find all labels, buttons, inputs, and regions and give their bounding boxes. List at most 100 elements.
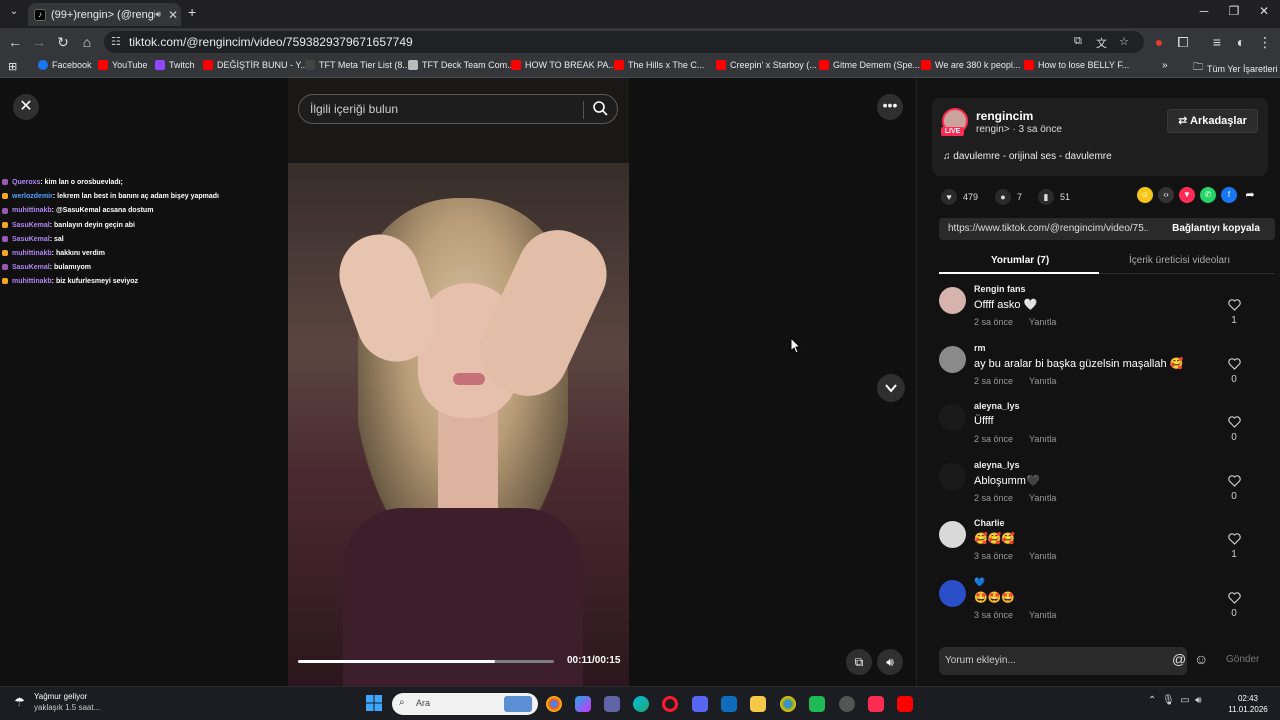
comment-author[interactable]: aleyna_lys (974, 460, 1020, 470)
comment-like-heart-icon[interactable] (1222, 415, 1246, 433)
comment-avatar[interactable] (939, 579, 966, 607)
comment-avatar[interactable] (939, 404, 966, 432)
comment-like-heart-icon[interactable] (1222, 474, 1246, 492)
bookmark-3[interactable]: DEĞİŞTİR BUNU - Y... (203, 60, 308, 70)
share-friends-icon[interactable]: ▼ (1179, 187, 1195, 203)
youtube-icon[interactable] (897, 696, 913, 712)
comment-author[interactable]: rm (974, 343, 986, 353)
star-icon[interactable]: ☆ (1119, 35, 1129, 48)
media-icon[interactable]: ≡ (1208, 33, 1226, 51)
restore-button[interactable]: ❐ (1224, 4, 1244, 22)
steam-icon[interactable] (839, 696, 855, 712)
comment-avatar[interactable] (939, 521, 966, 549)
clock[interactable]: 02:43 11.01.2026 (1224, 693, 1272, 715)
forward-icon[interactable]: → (30, 33, 48, 51)
more-options-icon[interactable]: ••• (877, 94, 903, 120)
translate-icon[interactable]: 文 (1096, 35, 1107, 51)
emoji-icon[interactable]: ☺ (1194, 651, 1208, 667)
comment-like-heart-icon[interactable] (1222, 532, 1246, 550)
save-button[interactable]: ▮ 51 (1038, 189, 1070, 205)
facebook-share-icon[interactable]: f (1221, 187, 1237, 203)
bookmark-facebook[interactable]: Facebook (38, 60, 92, 70)
next-video-chevron-down-icon[interactable] (877, 374, 905, 402)
comment-avatar[interactable] (939, 462, 966, 490)
friends-button[interactable]: ⇄ Arkadaşlar (1167, 109, 1258, 133)
xbox-icon[interactable] (809, 696, 825, 712)
tiktok-icon[interactable] (868, 696, 884, 712)
comment-input[interactable]: Yorum ekleyin... @ ☺ (939, 647, 1208, 675)
bookmark-youtube[interactable]: YouTube (98, 60, 147, 70)
window-close-button[interactable]: ✕ (1254, 4, 1274, 22)
comment-author[interactable]: Charlie (974, 518, 1005, 528)
copilot-icon[interactable] (575, 696, 591, 712)
windows-start-icon[interactable] (366, 695, 382, 711)
mic-icon[interactable]: 🎙︎ (1162, 695, 1175, 706)
bookmark-10[interactable]: We are 380 k peopl... (921, 60, 1020, 70)
new-tab-button[interactable]: + (188, 4, 196, 20)
back-icon[interactable]: ← (6, 33, 24, 51)
reload-icon[interactable]: ↻ (54, 33, 72, 51)
more-bookmarks-icon[interactable]: » (1162, 60, 1168, 71)
teams-icon[interactable] (604, 696, 620, 712)
video-link-url[interactable]: https://www.tiktok.com/@rengincim/video/… (948, 223, 1148, 234)
install-icon[interactable]: ⧉ (1074, 35, 1082, 48)
search-icon[interactable] (592, 100, 608, 116)
share-arrow-icon[interactable]: ➦ (1242, 187, 1258, 203)
bookmark-4[interactable]: TFT Meta Tier List (8... (305, 60, 410, 70)
reply-button[interactable]: Yanıtla (1029, 376, 1056, 386)
comment-like-heart-icon[interactable] (1222, 357, 1246, 375)
tab-close-icon[interactable]: ✕ (165, 8, 181, 22)
comment-avatar[interactable] (939, 287, 966, 314)
related-search-input[interactable]: İlgili içeriği bulun (298, 94, 618, 124)
apps-icon[interactable]: ⊞ (8, 60, 17, 73)
comment-author[interactable]: Rengin fans (974, 284, 1026, 294)
send-button[interactable]: Gönder (1226, 654, 1259, 665)
chrome-icon[interactable] (546, 696, 562, 712)
comment-button[interactable]: ● 7 (995, 189, 1022, 205)
display-icon[interactable]: ▭ (1180, 695, 1189, 706)
comment-author[interactable]: 💙 (974, 577, 985, 588)
address-bar[interactable]: ☷ tiktok.com/@rengincim/video/7593829379… (104, 31, 1144, 53)
embed-icon[interactable]: ‹› (1158, 187, 1174, 203)
bookmark-11[interactable]: How to lose BELLY F... (1024, 60, 1129, 70)
opera-icon[interactable] (662, 696, 678, 712)
reply-button[interactable]: Yanıtla (1029, 493, 1056, 503)
reply-button[interactable]: Yanıtla (1029, 551, 1056, 561)
comment-avatar[interactable] (939, 345, 966, 373)
share-coin-icon[interactable]: ☺ (1137, 187, 1153, 203)
chrome-active-icon[interactable] (780, 696, 796, 712)
bookmark-twitch[interactable]: Twitch (155, 60, 195, 70)
discord-icon[interactable] (692, 696, 708, 712)
comment-author[interactable]: aleyna_lys (974, 401, 1020, 411)
mail-icon[interactable] (721, 696, 737, 712)
taskbar-search[interactable]: ⌕ Ara (392, 693, 538, 715)
minimize-button[interactable]: ─ (1194, 4, 1214, 22)
browser-tab[interactable]: ♪ (99+)rengin> (@rengincim 🔊︎ ✕ (28, 3, 181, 26)
video-player[interactable] (288, 78, 629, 686)
comment-like-heart-icon[interactable] (1222, 591, 1246, 609)
file-explorer-icon[interactable] (750, 696, 766, 712)
bookmark-5[interactable]: TFT Deck Team Com... (408, 60, 515, 70)
edge-icon[interactable] (633, 696, 649, 712)
puzzle-icon[interactable]: ⧠ (1174, 33, 1192, 51)
author-name[interactable]: rengincim (976, 109, 1033, 123)
tab-creator-videos[interactable]: İçerik üreticisi videoları (1129, 255, 1230, 266)
profile-avatar-icon[interactable]: ◐ (1232, 33, 1250, 51)
bookmark-7[interactable]: The Hills x The C... (614, 60, 704, 70)
all-bookmarks[interactable]: 🗀 Tüm Yer İşaretleri (1193, 60, 1278, 77)
video-progress-bar[interactable] (298, 660, 554, 663)
music-info[interactable]: ♫ davulemre - orijinal ses - davulemre (943, 151, 1112, 162)
tab-search-button[interactable]: ⌄ (6, 6, 22, 22)
reply-button[interactable]: Yanıtla (1029, 434, 1056, 444)
bookmark-8[interactable]: Creepin' x Starboy (... (716, 60, 817, 70)
whatsapp-icon[interactable]: ✆ (1200, 187, 1216, 203)
like-button[interactable]: ♥ 479 (941, 189, 978, 205)
copy-link-button[interactable]: Bağlantıyı kopyala (1157, 218, 1275, 240)
bookmark-6[interactable]: HOW TO BREAK PA... (511, 60, 616, 70)
site-info-icon[interactable]: ☷ (111, 35, 121, 48)
picture-in-picture-icon[interactable]: ⧉ (846, 649, 872, 675)
volume-tray-icon[interactable]: 🔊︎ (1195, 695, 1201, 706)
reply-button[interactable]: Yanıtla (1029, 317, 1056, 327)
reply-button[interactable]: Yanıtla (1029, 610, 1056, 620)
menu-icon[interactable]: ⋮ (1256, 33, 1274, 51)
